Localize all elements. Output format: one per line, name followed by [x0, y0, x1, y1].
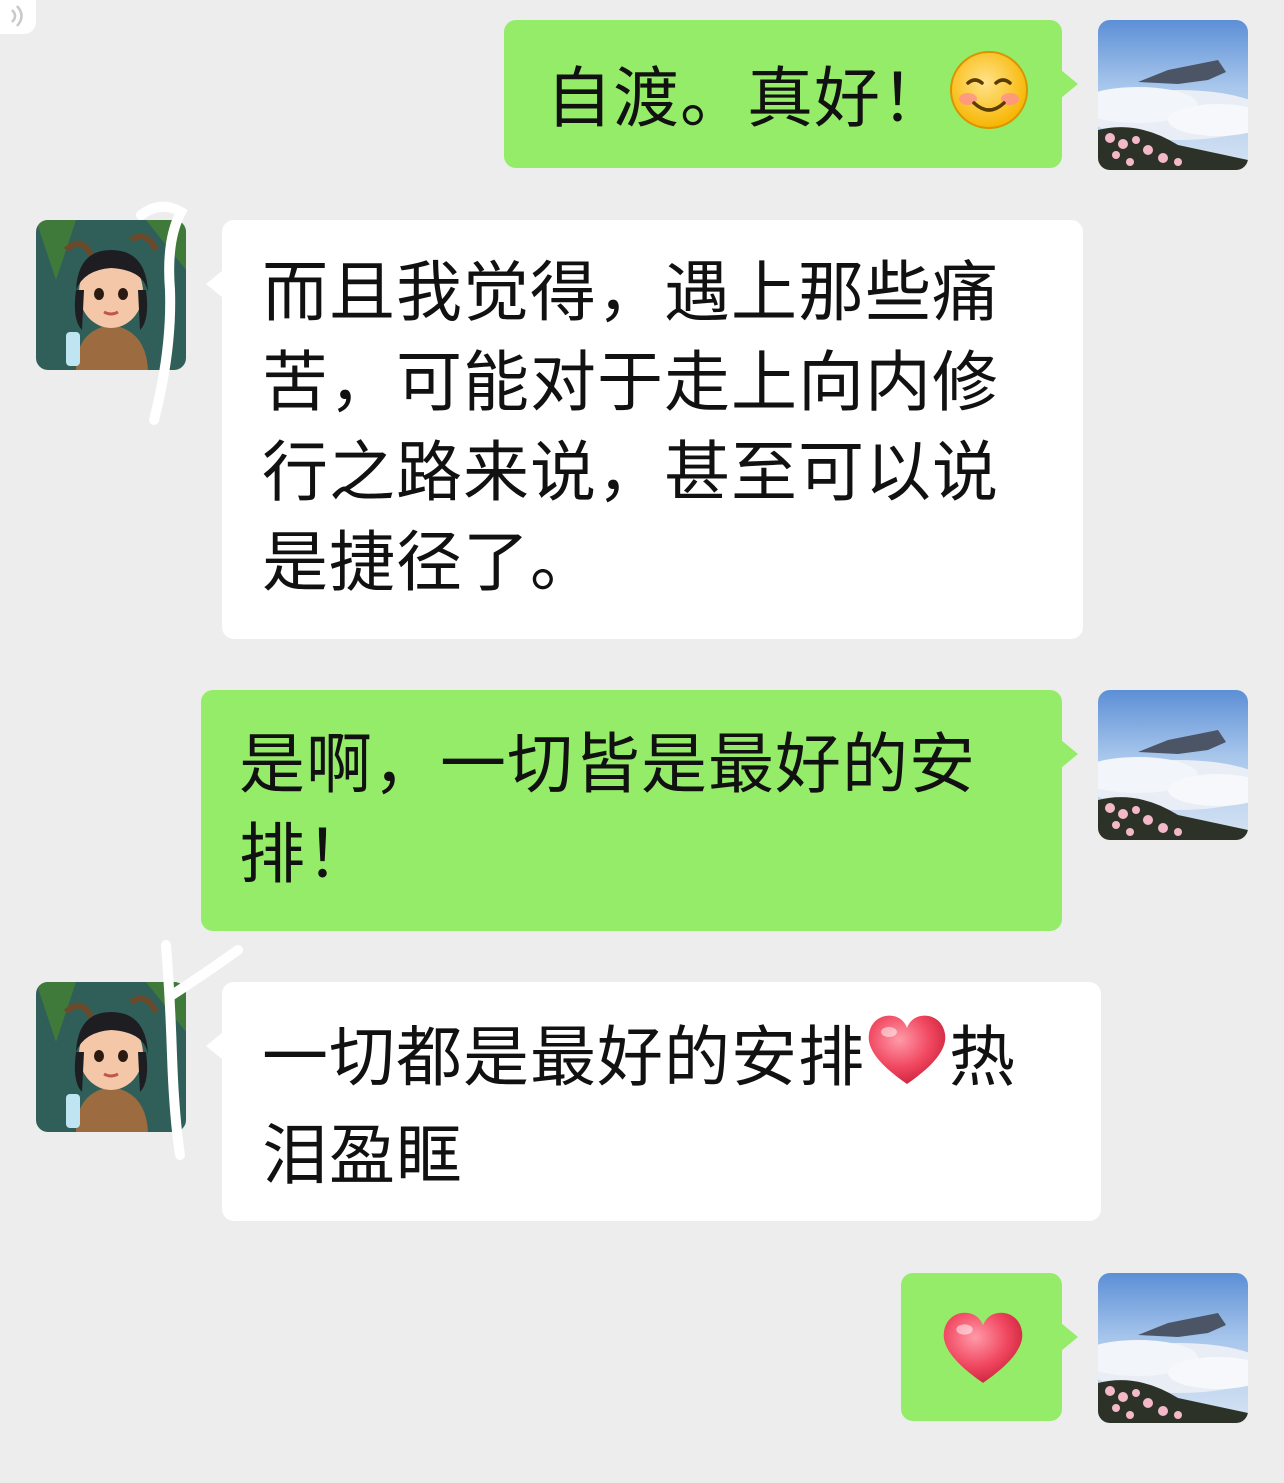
self-avatar[interactable]	[1098, 1273, 1248, 1423]
girl-portrait-icon	[36, 220, 186, 370]
message-text-line: 泪盈眶	[262, 1117, 463, 1194]
message-text-line: 而且我觉得，遇上那些痛	[262, 254, 999, 331]
message-text-line: 行之路来说，甚至可以说	[262, 434, 999, 511]
message-bubble-incoming[interactable]: 而且我觉得，遇上那些痛 苦，可能对于走上向内修 行之路来说，甚至可以说 是捷径了…	[206, 220, 1083, 639]
heart-emoji	[939, 1309, 1027, 1410]
message-text-line: 苦，可能对于走上向内修	[262, 344, 999, 421]
heart-emoji	[865, 1012, 949, 1111]
smile-blush-emoji	[948, 49, 1030, 154]
message-bubble-outgoing[interactable]	[901, 1273, 1078, 1421]
message-text-line: 排！	[239, 816, 373, 893]
message-bubble-outgoing[interactable]: 自渡。真好！	[504, 20, 1078, 168]
self-avatar[interactable]	[1098, 690, 1248, 840]
message-text-line: 是捷径了。	[262, 524, 597, 601]
girl-portrait-icon	[36, 982, 186, 1132]
friend-avatar[interactable]	[36, 982, 186, 1132]
self-avatar[interactable]	[1098, 20, 1248, 170]
message-bubble-outgoing[interactable]: 是啊，一切皆是最好的安 排！	[201, 690, 1078, 931]
voice-icon	[11, 5, 23, 27]
message-bubble-incoming[interactable]: 一切都是最好的安排 热 泪盈眶	[206, 982, 1101, 1221]
mountain-landscape-icon	[1098, 690, 1248, 840]
message-text-line: 是啊，一切皆是最好的安	[239, 726, 976, 803]
friend-avatar[interactable]	[36, 220, 186, 370]
message-text: 自渡。真好！	[546, 60, 948, 137]
mountain-landscape-icon	[1098, 20, 1248, 170]
message-text: 一切都是最好的安排	[262, 1019, 865, 1096]
mountain-landscape-icon	[1098, 1273, 1248, 1423]
chat-window: 自渡。真好！ 而且我觉得，遇上那些痛 苦，可能对于走上向内修 行之路来说，甚至可…	[0, 0, 1284, 1483]
voice-message-fragment[interactable]	[0, 0, 36, 34]
message-text: 热	[949, 1019, 1016, 1096]
